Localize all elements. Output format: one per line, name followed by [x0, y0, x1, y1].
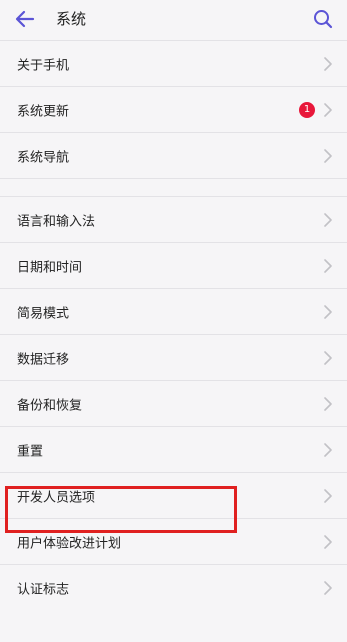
settings-item-label: 系统更新: [17, 104, 70, 119]
settings-item-about-phone[interactable]: 关于手机: [0, 40, 347, 86]
settings-item-label: 关于手机: [17, 58, 70, 73]
chevron-right-icon: [324, 350, 332, 365]
chevron-right-icon: [324, 396, 332, 411]
chevron-right-icon: [324, 258, 332, 273]
chevron-right-icon: [324, 304, 332, 319]
settings-item-label: 重置: [17, 444, 44, 459]
chevron-right-icon: [324, 148, 332, 163]
page-title: 系统: [56, 10, 87, 28]
search-icon[interactable]: [311, 7, 335, 31]
chevron-right-icon: [324, 488, 332, 503]
chevron-right-icon: [324, 56, 332, 71]
chevron-right-icon: [324, 580, 332, 595]
settings-item-label: 数据迁移: [17, 352, 70, 367]
settings-item-label: 简易模式: [17, 306, 70, 321]
settings-item-label: 系统导航: [17, 150, 70, 165]
chevron-right-icon: [324, 534, 332, 549]
section-divider: [0, 178, 347, 196]
app-bar: 系统: [0, 0, 347, 40]
chevron-right-icon: [324, 442, 332, 457]
settings-item-system-navigation[interactable]: 系统导航: [0, 132, 347, 178]
settings-item-simple-mode[interactable]: 简易模式: [0, 288, 347, 334]
settings-item-system-update[interactable]: 系统更新 1: [0, 86, 347, 132]
settings-item-label: 认证标志: [17, 582, 70, 597]
settings-item-label: 备份和恢复: [17, 398, 83, 413]
settings-item-backup-restore[interactable]: 备份和恢复: [0, 380, 347, 426]
developer-options-highlight: [5, 486, 237, 533]
back-arrow-icon[interactable]: [12, 6, 38, 32]
update-count-badge: 1: [299, 101, 315, 118]
settings-item-reset[interactable]: 重置: [0, 426, 347, 472]
settings-item-label: 用户体验改进计划: [17, 536, 122, 551]
settings-item-date-time[interactable]: 日期和时间: [0, 242, 347, 288]
chevron-right-icon: [324, 212, 332, 227]
settings-item-label: 日期和时间: [17, 260, 83, 275]
settings-item-label: 语言和输入法: [17, 214, 96, 229]
settings-item-data-migration[interactable]: 数据迁移: [0, 334, 347, 380]
settings-item-certification-logos[interactable]: 认证标志: [0, 564, 347, 610]
settings-item-language-input[interactable]: 语言和输入法: [0, 196, 347, 242]
chevron-right-icon: [324, 102, 332, 117]
